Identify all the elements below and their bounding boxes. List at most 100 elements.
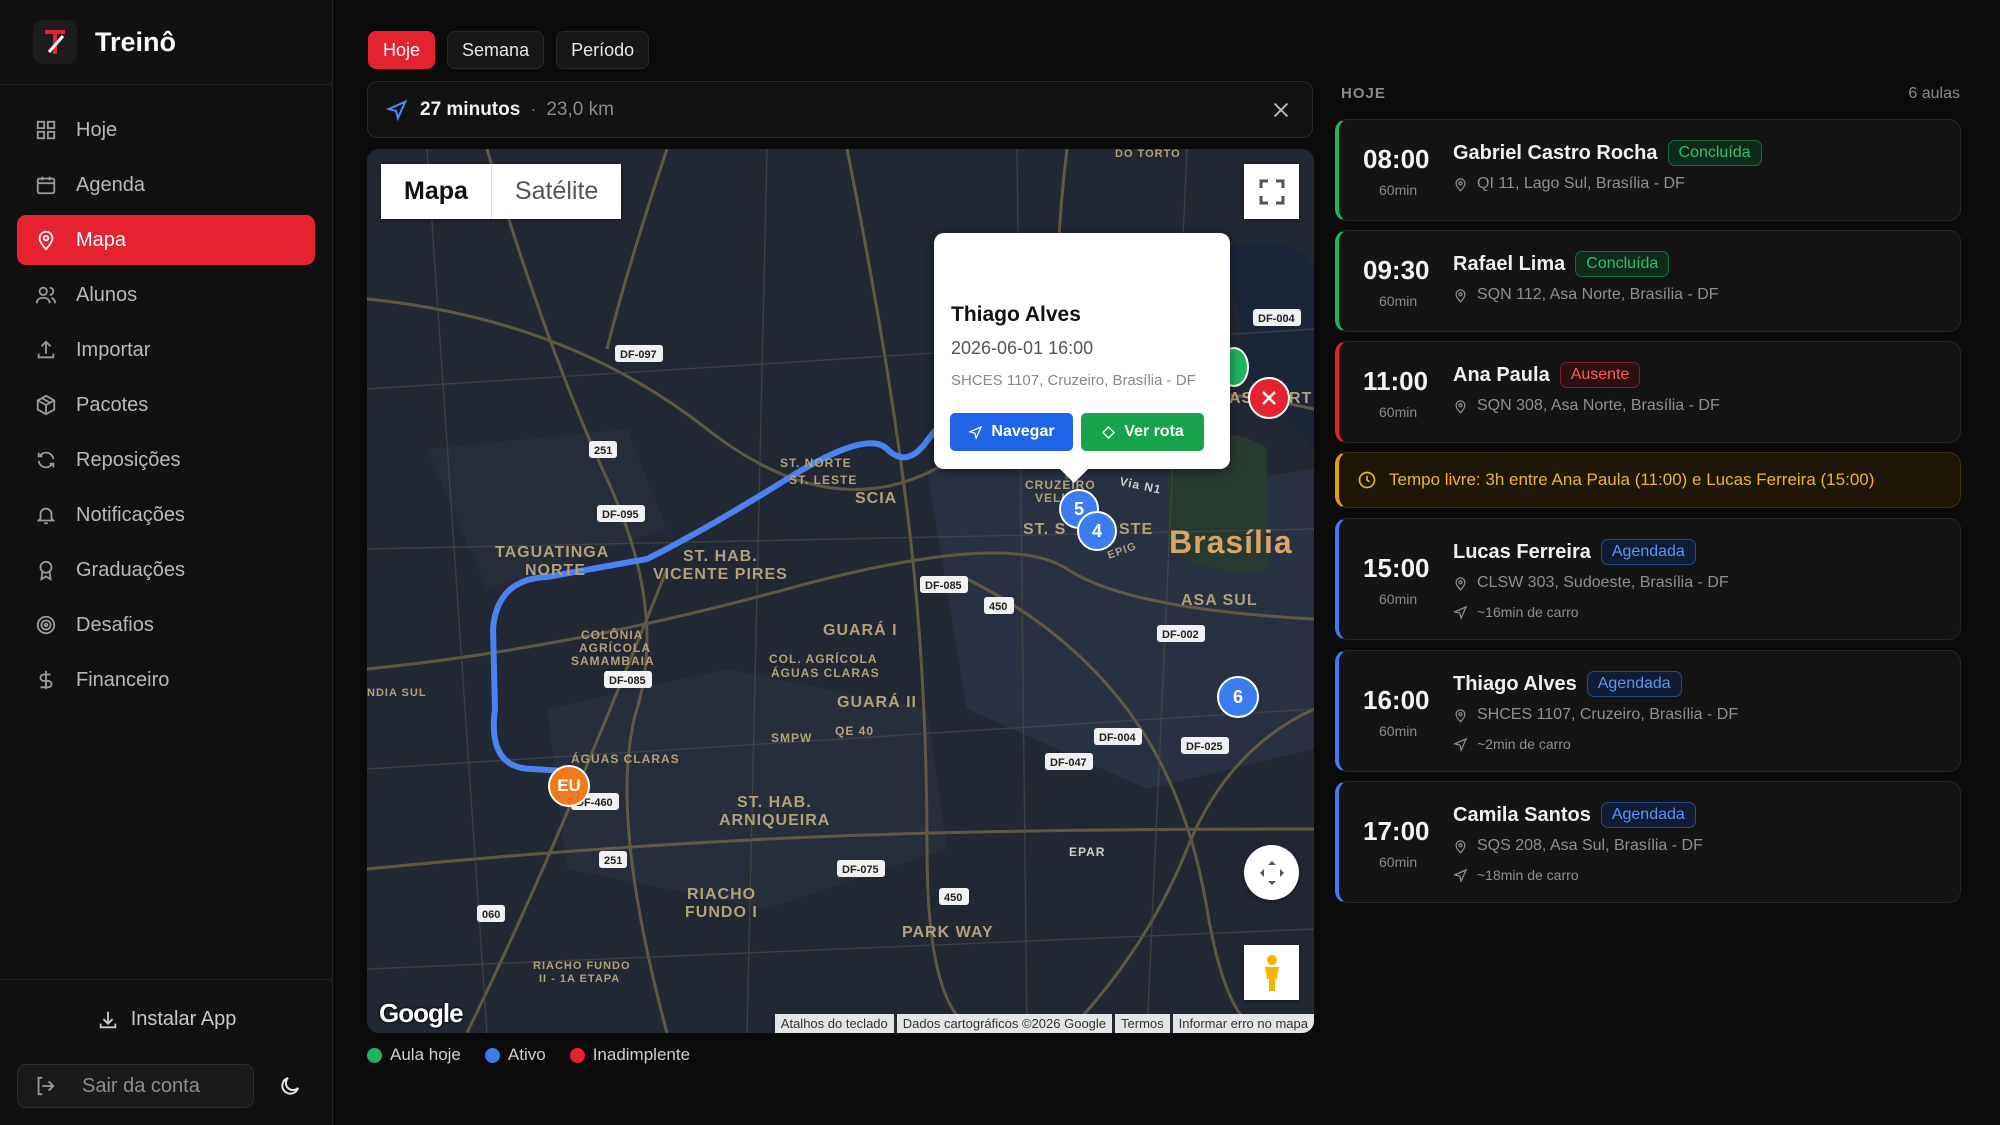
grid-icon bbox=[36, 120, 56, 140]
calendar-icon bbox=[36, 176, 56, 195]
class-card[interactable]: 17:00 60min Camila Santos Agendada SQS 20… bbox=[1335, 781, 1961, 903]
list-title: HOJE bbox=[1341, 85, 1386, 102]
sidebar-item-graduacoes[interactable]: Graduações bbox=[17, 545, 315, 595]
sidebar-item-mapa[interactable]: Mapa bbox=[17, 215, 315, 265]
map-type-map[interactable]: Mapa bbox=[381, 164, 492, 219]
road-shield: DF-085 bbox=[920, 576, 968, 593]
sidebar-item-reposicoes[interactable]: Reposições bbox=[17, 435, 315, 485]
svg-text:251: 251 bbox=[604, 855, 622, 867]
road-shield: 450 bbox=[984, 597, 1014, 614]
legend-item-ativo: Ativo bbox=[484, 1045, 546, 1065]
map-label: II - 1A ETAPA bbox=[539, 973, 620, 985]
status-badge: Ausente bbox=[1559, 362, 1641, 388]
camera-control-button[interactable] bbox=[1244, 845, 1299, 900]
road-shield: DF-025 bbox=[1181, 737, 1229, 754]
svg-text:DF-004: DF-004 bbox=[1099, 732, 1137, 744]
sidebar-item-alunos[interactable]: Alunos bbox=[17, 270, 315, 320]
map-label: ÁGUAS CLARAS bbox=[771, 665, 880, 680]
map-label: SCIA bbox=[855, 490, 897, 507]
sidebar-item-hoje[interactable]: Hoje bbox=[17, 105, 315, 155]
fullscreen-button[interactable] bbox=[1244, 164, 1299, 219]
road-shield: DF-004 bbox=[1253, 309, 1301, 326]
terms-link[interactable]: Termos bbox=[1115, 1014, 1170, 1033]
map-label: AGRÍCOLA bbox=[579, 640, 651, 655]
class-card[interactable]: 16:00 60min Thiago Alves Agendada SHCES 1… bbox=[1335, 650, 1961, 772]
tab-hoje[interactable]: Hoje bbox=[368, 31, 436, 69]
status-badge: Agendada bbox=[1600, 539, 1696, 565]
map-marker-inadimplente[interactable] bbox=[1248, 377, 1290, 419]
sidebar-item-label: Mapa bbox=[76, 228, 127, 251]
student-name: Thiago Alves bbox=[1453, 673, 1577, 695]
navigation-arrow-icon bbox=[1453, 737, 1468, 752]
users-icon bbox=[35, 286, 57, 304]
sidebar-item-desafios[interactable]: Desafios bbox=[17, 600, 315, 650]
view-route-button[interactable]: Ver rota bbox=[1081, 413, 1204, 451]
popup-datetime: 2026-06-01 16:00 bbox=[951, 338, 1094, 358]
map-type-satellite[interactable]: Satélite bbox=[492, 164, 621, 219]
map-marker-4[interactable]: 4 bbox=[1077, 511, 1117, 551]
sidebar-footer: Instalar App Sair da conta bbox=[0, 979, 333, 1125]
class-card[interactable]: 08:00 60min Gabriel Castro Rocha Concluíd… bbox=[1335, 119, 1961, 221]
map-label: COL. AGRÍCOLA bbox=[769, 651, 878, 666]
sidebar-item-label: Reposições bbox=[76, 448, 181, 471]
map-view[interactable]: Brasília TAGUATINGA NORTE ST. HAB. VICEN… bbox=[367, 149, 1314, 1033]
sidebar-item-importar[interactable]: Importar bbox=[17, 325, 315, 375]
student-name: Camila Santos bbox=[1453, 804, 1591, 826]
map-marker-me[interactable]: EU bbox=[548, 765, 590, 807]
class-duration: 60min bbox=[1379, 591, 1418, 607]
navigate-button[interactable]: Navegar bbox=[950, 413, 1073, 451]
map-label: NORTE bbox=[525, 562, 586, 579]
sidebar-item-pacotes[interactable]: Pacotes bbox=[17, 380, 315, 430]
logout-button[interactable]: Sair da conta bbox=[17, 1064, 254, 1108]
sidebar-item-notificacoes[interactable]: Notificações bbox=[17, 490, 315, 540]
close-icon[interactable] bbox=[1270, 99, 1292, 121]
map-label: DO TORTO bbox=[1115, 149, 1181, 160]
sidebar-item-financeiro[interactable]: Financeiro bbox=[17, 655, 315, 705]
map-label: RT bbox=[1289, 390, 1312, 407]
legend-item-inadimplente: Inadimplente bbox=[569, 1045, 690, 1065]
street-view-button[interactable] bbox=[1244, 945, 1299, 1000]
status-badge: Agendada bbox=[1586, 671, 1682, 697]
class-time: 17:00 bbox=[1363, 816, 1430, 846]
map-pin-icon bbox=[1455, 399, 1466, 414]
legend-item-aula-hoje: Aula hoje bbox=[367, 1045, 461, 1065]
sidebar-item-label: Notificações bbox=[76, 503, 185, 526]
class-address: SQN 308, Asa Norte, Brasília - DF bbox=[1453, 397, 1720, 415]
install-app-button[interactable]: Instalar App bbox=[0, 1008, 333, 1031]
tab-semana[interactable]: Semana bbox=[447, 31, 545, 69]
student-name: Gabriel Castro Rocha bbox=[1453, 142, 1658, 164]
class-card[interactable]: 09:30 60min Rafael Lima Concluída SQN 112… bbox=[1335, 230, 1961, 332]
svg-text:DF-097: DF-097 bbox=[620, 349, 657, 361]
map-label: COLÔNIA bbox=[581, 627, 643, 642]
map-label: STE bbox=[1119, 521, 1153, 538]
sidebar-item-label: Pacotes bbox=[76, 393, 149, 416]
class-card[interactable]: 11:00 60min Ana Paula Ausente SQN 308, As… bbox=[1335, 341, 1961, 443]
close-icon bbox=[1262, 391, 1276, 405]
moon-icon[interactable] bbox=[278, 1074, 302, 1098]
refresh-icon bbox=[37, 451, 55, 469]
status-badge: Concluída bbox=[1575, 251, 1670, 277]
class-card[interactable]: 15:00 60min Lucas Ferreira Agendada CLSW … bbox=[1335, 518, 1961, 640]
class-address: SQN 112, Asa Norte, Brasília - DF bbox=[1453, 286, 1719, 304]
svg-text:DF-095: DF-095 bbox=[602, 509, 639, 521]
tab-periodo[interactable]: Período bbox=[556, 31, 650, 69]
class-duration: 60min bbox=[1379, 293, 1418, 309]
class-address: SQS 208, Asa Sul, Brasília - DF bbox=[1453, 837, 1703, 855]
class-address: QI 11, Lago Sul, Brasília - DF bbox=[1453, 175, 1685, 193]
pegman-icon bbox=[1264, 954, 1279, 991]
keyboard-shortcuts-link[interactable]: Atalhos do teclado bbox=[774, 1014, 894, 1033]
map-marker-6[interactable]: 6 bbox=[1217, 676, 1259, 718]
class-time: 16:00 bbox=[1363, 685, 1430, 715]
report-error-link[interactable]: Informar erro no mapa bbox=[1172, 1014, 1314, 1033]
svg-text:DF-047: DF-047 bbox=[1050, 757, 1087, 769]
class-student: Thiago Alves Agendada bbox=[1453, 671, 1682, 697]
svg-text:DF-002: DF-002 bbox=[1162, 629, 1199, 641]
road-shield: DF-075 bbox=[837, 860, 885, 877]
navigation-arrow-icon bbox=[1453, 868, 1468, 883]
map-label: ARNIQUEIRA bbox=[719, 812, 830, 829]
map-data-credit: Dados cartográficos ©2026 Google bbox=[896, 1014, 1113, 1033]
class-duration: 60min bbox=[1379, 854, 1418, 870]
sidebar-item-agenda[interactable]: Agenda bbox=[17, 160, 315, 210]
map-label: PARK WAY bbox=[902, 924, 994, 941]
app-name: Treinô bbox=[95, 26, 177, 57]
